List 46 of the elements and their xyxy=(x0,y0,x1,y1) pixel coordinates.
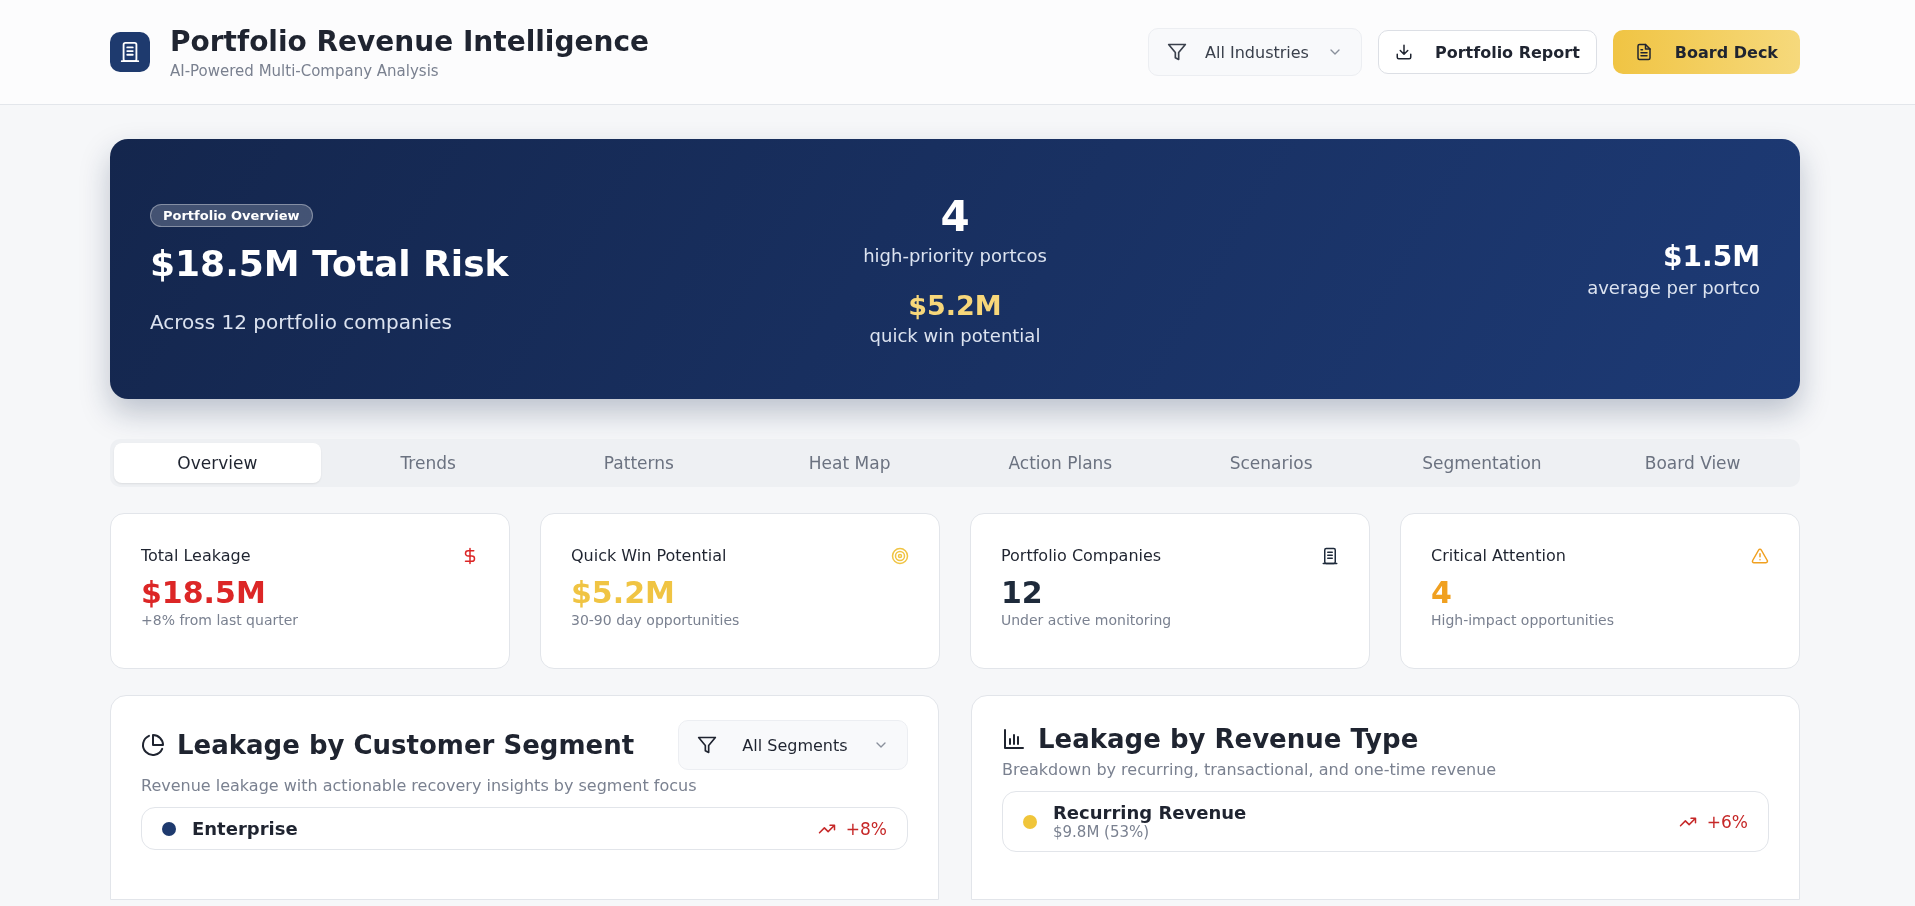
trend-value: +8% xyxy=(845,818,887,839)
panel-title: Leakage by Revenue Type xyxy=(1038,724,1419,754)
segment-row[interactable]: Recurring Revenue $9.8M (53%) +6% xyxy=(1002,791,1769,852)
companies-caption: Across 12 portfolio companies xyxy=(150,310,452,334)
row-name: Recurring Revenue xyxy=(1053,802,1248,823)
total-risk-headline: $18.5M Total Risk xyxy=(150,243,509,284)
metric-note: 30-90 day opportunities xyxy=(571,612,741,628)
metric-note: High-impact opportunities xyxy=(1431,612,1615,628)
metric-value: 12 xyxy=(1001,575,1044,610)
tab[interactable]: Scenarios xyxy=(1167,443,1375,483)
app-subtitle: AI-Powered Multi-Company Analysis xyxy=(170,61,440,80)
tab[interactable]: Patterns xyxy=(535,443,743,483)
metric-value: 4 xyxy=(1431,575,1453,610)
industry-filter-dropdown[interactable]: All Industries xyxy=(1148,28,1362,76)
segment-filter-dropdown[interactable]: All Segments xyxy=(678,720,908,770)
average-label: average per portco xyxy=(1587,277,1760,298)
metric-value: $18.5M xyxy=(141,575,267,610)
metric-label: Critical Attention xyxy=(1431,546,1566,565)
tab[interactable]: Segmentation xyxy=(1378,443,1586,483)
app-title: Portfolio Revenue Intelligence xyxy=(170,24,650,58)
priority-count: 4 xyxy=(940,192,970,241)
panel-description: Breakdown by recurring, transactional, and one-time revenue xyxy=(1002,760,1498,779)
metric-note: +8% from last quarter xyxy=(141,612,300,628)
deck-button[interactable]: Board Deck xyxy=(1612,30,1800,74)
priority-label: high-priority portcos xyxy=(863,245,1047,266)
trend-value: +6% xyxy=(1706,811,1748,832)
metric-value: $5.2M xyxy=(571,575,676,610)
quick-win-label: quick win potential xyxy=(869,325,1041,346)
metric-label: Portfolio Companies xyxy=(1001,546,1162,565)
tab[interactable]: Overview xyxy=(114,443,321,483)
metric-label: Quick Win Potential xyxy=(571,546,727,565)
overview-badge: Portfolio Overview xyxy=(150,204,313,227)
tab[interactable]: Action Plans xyxy=(957,443,1164,483)
panel-description: Revenue leakage with actionable recovery insights by segment focus xyxy=(141,776,698,795)
row-amount: $9.8M (53%) xyxy=(1053,823,1151,841)
average-value: $1.5M xyxy=(1663,240,1760,273)
quick-win-value: $5.2M xyxy=(908,290,1002,321)
tab[interactable]: Board View xyxy=(1589,443,1796,483)
tab[interactable]: Heat Map xyxy=(746,443,953,483)
report-button[interactable]: Portfolio Report xyxy=(1377,30,1597,74)
segment-row[interactable]: Enterprise +8% xyxy=(141,807,908,850)
tab[interactable]: Trends xyxy=(324,443,532,483)
row-name: Enterprise xyxy=(192,818,299,839)
panel-title: Leakage by Customer Segment xyxy=(177,730,635,760)
metric-note: Under active monitoring xyxy=(1001,612,1173,628)
metric-label: Total Leakage xyxy=(141,546,251,565)
